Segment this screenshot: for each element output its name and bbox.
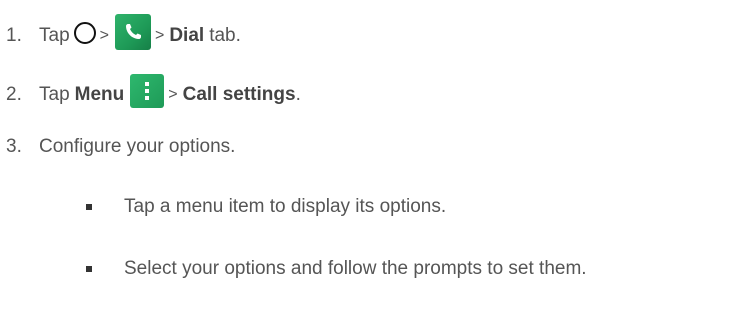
separator: > bbox=[99, 27, 109, 44]
step-text-suffix: tab. bbox=[209, 25, 241, 46]
menu-label: Menu bbox=[74, 84, 125, 105]
bullet-text: Tap a menu item to display its options. bbox=[124, 196, 447, 217]
step-number: 3. bbox=[6, 136, 22, 157]
step-text: Configure your options. bbox=[39, 136, 236, 157]
step-text-prefix: Tap bbox=[39, 25, 70, 46]
step-text-suffix: . bbox=[295, 84, 301, 105]
home-circle-icon bbox=[73, 22, 96, 44]
bullet-text: Select your options and follow the promp… bbox=[124, 258, 587, 279]
phone-app-icon bbox=[114, 14, 151, 50]
separator: > bbox=[154, 27, 165, 44]
square-bullet-icon bbox=[86, 204, 92, 210]
separator: > bbox=[168, 86, 178, 103]
square-bullet-icon bbox=[86, 266, 92, 272]
step-number: 1. bbox=[6, 25, 22, 46]
step-1: 1. Tap > > Dial tab. bbox=[0, 14, 241, 58]
list-item: Select your options and follow the promp… bbox=[86, 258, 587, 280]
list-item: Tap a menu item to display its options. bbox=[86, 196, 446, 218]
menu-dots-icon bbox=[130, 74, 165, 108]
call-settings-label: Call settings bbox=[182, 84, 296, 105]
step-3: 3. Configure your options. bbox=[0, 136, 235, 158]
dial-tab-label: Dial bbox=[169, 25, 205, 46]
step-text-prefix: Tap bbox=[39, 84, 70, 105]
step-number: 2. bbox=[6, 84, 22, 105]
step-2: 2. Tap Menu > Call settings . bbox=[0, 74, 301, 116]
